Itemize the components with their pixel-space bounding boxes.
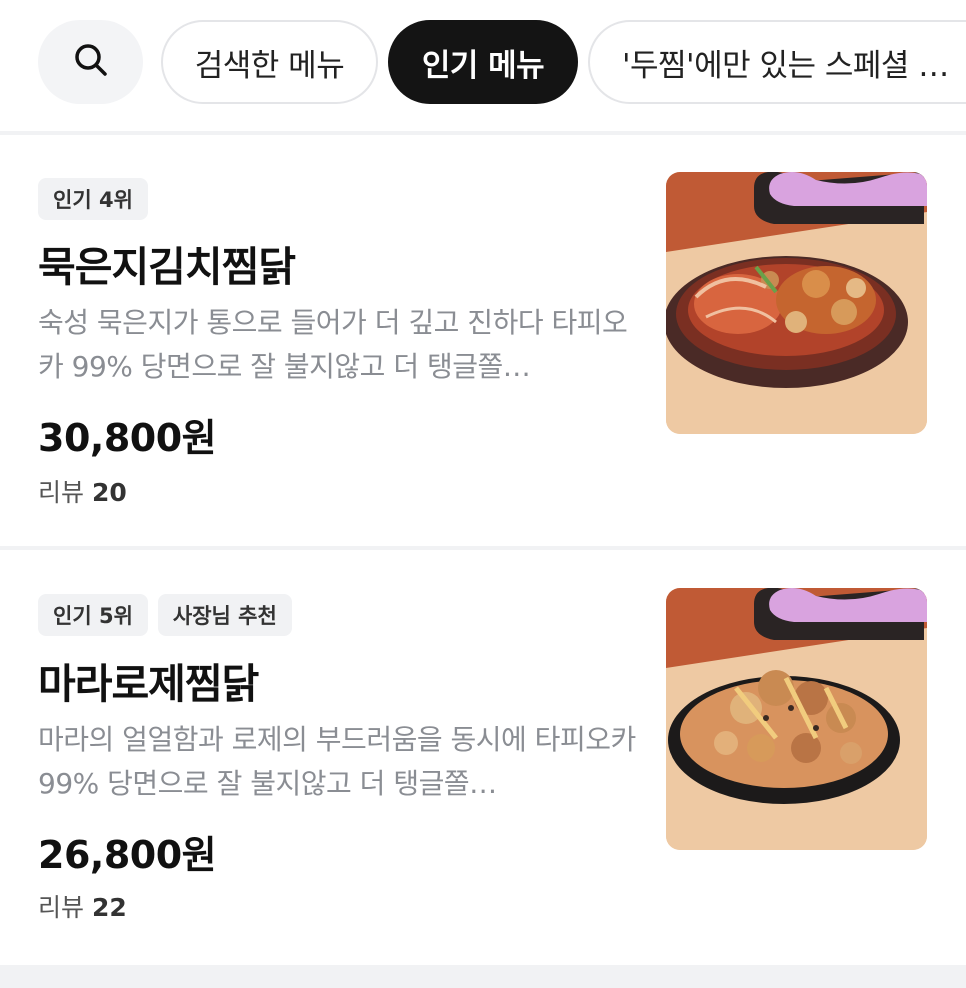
menu-item[interactable]: 인기 5위 사장님 추천 마라로제찜닭 마라의 얼얼함과 로제의 부드러움을 동… <box>0 550 966 965</box>
chip-popular-menu[interactable]: 인기 메뉴 <box>388 20 578 104</box>
tag-list: 인기 4위 <box>38 178 148 220</box>
menu-item-description: 숙성 묵은지가 통으로 들어가 더 깊고 진하다 타피오카 99% 당면으로 잘… <box>38 306 628 383</box>
review-count: 리뷰 22 <box>38 888 127 924</box>
mala-rose-jjimdak-photo <box>666 588 927 850</box>
menu-item[interactable]: 인기 4위 묵은지김치찜닭 숙성 묵은지가 통으로 들어가 더 깊고 진하다 타… <box>0 133 966 546</box>
review-number: 20 <box>91 478 127 507</box>
menu-item-price: 26,800원 <box>38 833 217 877</box>
owner-recommend-badge: 사장님 추천 <box>157 594 292 636</box>
menu-item-price: 30,800원 <box>38 416 217 460</box>
review-label: 리뷰 <box>38 478 85 507</box>
menu-item-name: 묵은지김치찜닭 <box>38 243 296 291</box>
search-button[interactable] <box>38 20 143 104</box>
search-icon <box>73 42 109 82</box>
tag-list: 인기 5위 사장님 추천 <box>38 594 292 636</box>
filter-chip-bar: 검색한 메뉴 인기 메뉴 '두찜'에만 있는 스페셜 … <box>0 0 966 132</box>
menu-item-description: 마라의 얼얼함과 로제의 부드러움을 동시에 타피오카 99% 당면으로 잘 불… <box>38 723 636 800</box>
review-number: 22 <box>91 893 127 922</box>
rank-badge: 인기 4위 <box>38 178 148 220</box>
menu-item-name: 마라로제찜닭 <box>38 660 259 708</box>
kimchi-jjimdak-photo <box>666 172 927 434</box>
review-label: 리뷰 <box>38 893 85 922</box>
chip-special-menu[interactable]: '두찜'에만 있는 스페셜 … <box>588 20 966 104</box>
review-count: 리뷰 20 <box>38 473 127 509</box>
section-separator <box>0 965 966 988</box>
rank-badge: 인기 5위 <box>38 594 148 636</box>
chip-searched-menu[interactable]: 검색한 메뉴 <box>161 20 378 104</box>
